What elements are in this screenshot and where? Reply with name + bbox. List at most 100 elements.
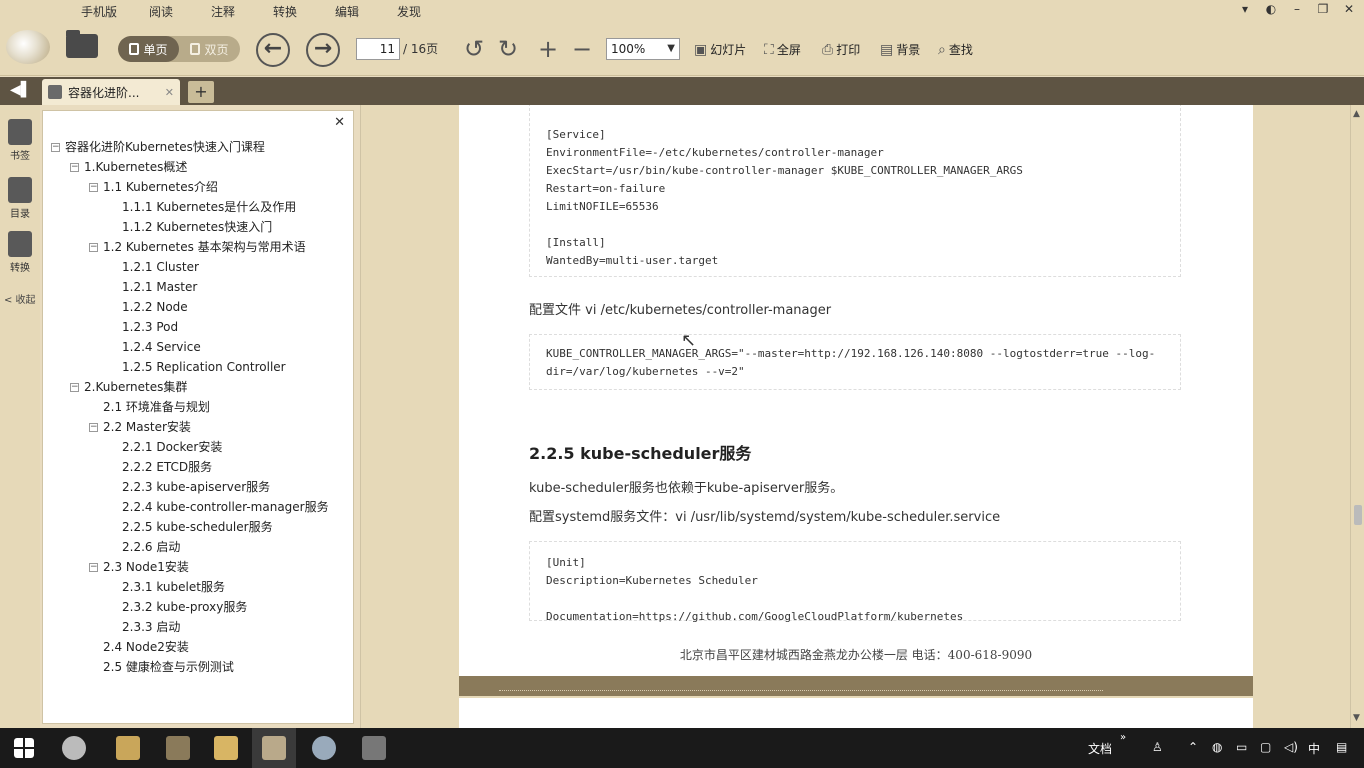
outline-item[interactable]: 2.2.4 kube-controller-manager服务 [43,497,353,517]
document-tab[interactable]: 容器化进阶... ✕ [42,79,180,105]
collapse-icon[interactable]: − [89,423,98,432]
outline-item[interactable]: 1.2.4 Service [43,337,353,357]
notification-icon[interactable]: ▤ [1336,740,1347,754]
fullscreen-button[interactable]: ⛶ 全屏 [764,41,801,58]
network-globe-icon[interactable]: ◍ [1212,740,1222,754]
single-page-button[interactable]: 单页 [118,36,179,62]
outline-item[interactable]: −1.1 Kubernetes介绍 [43,177,353,197]
zoom-in-icon[interactable]: + [538,34,558,64]
outline-item[interactable]: 2.2.6 启动 [43,537,353,557]
prev-page-button[interactable]: ← [256,33,290,67]
collapse-icon[interactable]: − [89,563,98,572]
scroll-up-icon[interactable]: ▲ [1353,109,1360,119]
rail-collapse-button[interactable]: < 收起 [4,291,36,306]
collapse-icon[interactable]: − [70,163,79,172]
battery-icon[interactable]: ▭ [1236,740,1247,754]
restore-icon[interactable]: ❐ [1316,2,1330,16]
menu-annotate[interactable]: 注释 [192,3,254,21]
menu-mobile[interactable]: 手机版 [68,3,130,21]
menu-discover[interactable]: 发现 [378,3,440,21]
outline-item[interactable]: 2.2.5 kube-scheduler服务 [43,517,353,537]
image-viewer-icon[interactable] [166,736,190,760]
outline-item[interactable]: 1.1.2 Kubernetes快速入门 [43,217,353,237]
page-number-input[interactable]: 11 [356,38,400,60]
file-explorer-icon[interactable] [214,736,238,760]
outline-item[interactable]: −2.3 Node1安装 [43,557,353,577]
outline-item[interactable]: −1.Kubernetes概述 [43,157,353,177]
outline-item[interactable]: 2.2.2 ETCD服务 [43,457,353,477]
outline-root[interactable]: − 容器化进阶Kubernetes快速入门课程 [43,137,353,157]
vertical-scrollbar[interactable]: ▲ ▼ [1350,105,1364,728]
outline-item[interactable]: 2.5 健康检查与示例测试 [43,657,353,677]
pinwheel-app-icon[interactable] [62,736,86,760]
people-icon[interactable]: ♙ [1152,740,1163,754]
close-icon[interactable]: ✕ [1342,2,1356,16]
menu-convert[interactable]: 转换 [254,3,316,21]
code-line: Description=Kubernetes Scheduler [546,574,758,587]
rail-bookmarks[interactable]: 书签 [4,119,36,162]
cube-app-icon[interactable] [116,736,140,760]
background-button[interactable]: ▤ 背景 [880,41,920,58]
rotate-right-icon[interactable]: ↻ [498,34,518,64]
browser-icon[interactable] [312,736,336,760]
outline-item[interactable]: 2.2.1 Docker安装 [43,437,353,457]
minimize-icon[interactable]: – [1290,2,1304,16]
outline-item[interactable]: 1.1.1 Kubernetes是什么及作用 [43,197,353,217]
convert-icon [8,231,32,257]
code-line: [Unit] [546,556,586,569]
app-logo-icon[interactable] [6,30,50,64]
sublime-text-icon[interactable] [362,736,386,760]
skin-icon[interactable]: ◐ [1264,2,1278,16]
reader-app-icon[interactable] [262,736,286,760]
outline-item[interactable]: 2.1 环境准备与规划 [43,397,353,417]
outline-item[interactable]: 2.4 Node2安装 [43,637,353,657]
zoom-out-icon[interactable]: − [572,34,592,64]
outline-item[interactable]: 1.2.1 Master [43,277,353,297]
zoom-select[interactable]: 100% ▼ [606,38,680,60]
slideshow-button[interactable]: ▣ 幻灯片 [694,41,746,58]
mouse-cursor-icon: ↖ [681,330,697,351]
collapse-icon[interactable]: − [89,183,98,192]
scroll-thumb[interactable] [1354,505,1362,525]
outline-item[interactable]: 1.2.3 Pod [43,317,353,337]
outline-item[interactable]: 2.3.3 启动 [43,617,353,637]
menu-read[interactable]: 阅读 [130,3,192,21]
outline-item[interactable]: 1.2.1 Cluster [43,257,353,277]
collapse-icon[interactable]: − [51,143,60,152]
new-tab-button[interactable]: + [188,81,214,103]
outline-item-label: 2.Kubernetes集群 [84,380,188,394]
outline-item[interactable]: −2.2 Master安装 [43,417,353,437]
outline-item[interactable]: 1.2.2 Node [43,297,353,317]
printer-icon: ⎙ [822,41,834,58]
rotate-left-icon[interactable]: ↺ [464,34,484,64]
outline-item[interactable]: 2.3.2 kube-proxy服务 [43,597,353,617]
outline-item[interactable]: 2.3.1 kubelet服务 [43,577,353,597]
menu-edit[interactable]: 编辑 [316,3,378,21]
rail-contents[interactable]: 目录 [4,177,36,220]
rail-convert[interactable]: 转换 [4,231,36,274]
open-folder-icon[interactable] [66,30,98,58]
panel-close-icon[interactable]: ✕ [334,115,345,130]
outline-item[interactable]: 1.2.5 Replication Controller [43,357,353,377]
tray-docs[interactable]: 文档 [1088,740,1112,757]
tray-expand-icon[interactable]: » [1120,732,1126,743]
ime-indicator[interactable]: 中 [1308,740,1320,757]
dropdown-menu-icon[interactable]: ▾ [1238,2,1252,16]
print-button[interactable]: ⎙ 打印 [822,41,860,58]
next-page-button[interactable]: → [306,33,340,67]
scroll-down-icon[interactable]: ▼ [1353,713,1360,723]
collapse-icon[interactable]: − [70,383,79,392]
search-button[interactable]: ⌕ 查找 [938,41,973,58]
tab-close-icon[interactable]: ✕ [165,86,174,99]
outline-item-label: 1.2.1 Master [122,280,198,294]
outline-item[interactable]: −2.Kubernetes集群 [43,377,353,397]
outline-item[interactable]: −1.2 Kubernetes 基本架构与常用术语 [43,237,353,257]
double-page-button[interactable]: 双页 [179,36,240,62]
collapse-icon[interactable]: − [89,243,98,252]
tray-chevron-up-icon[interactable]: ⌃ [1188,740,1198,754]
sidebar-toggle-icon[interactable]: ◀▌ [10,82,32,98]
windows-start-icon[interactable] [14,738,34,758]
volume-icon[interactable]: ◁) [1284,740,1298,754]
outline-item[interactable]: 2.2.3 kube-apiserver服务 [43,477,353,497]
display-icon[interactable]: ▢ [1260,740,1271,754]
